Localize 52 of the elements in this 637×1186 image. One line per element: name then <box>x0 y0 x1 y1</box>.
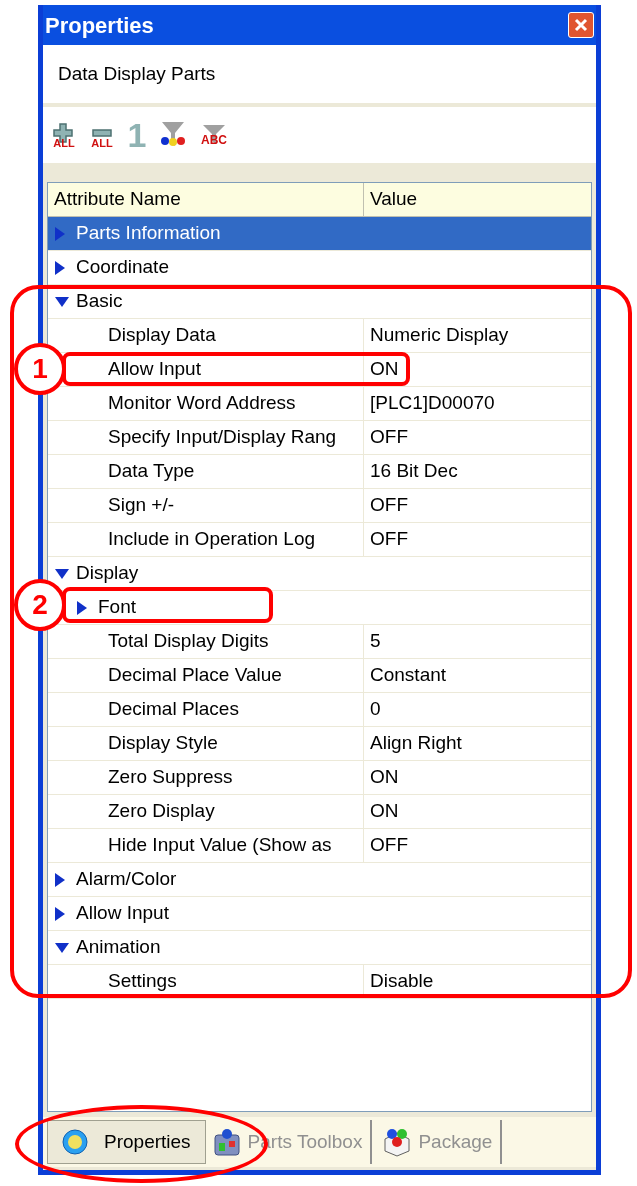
attribute-value[interactable]: OFF <box>370 525 408 554</box>
attribute-value[interactable]: 16 Bit Dec <box>370 457 458 486</box>
attribute-name: Monitor Word Address <box>108 391 296 416</box>
attribute-name: Specify Input/Display Rang <box>108 425 337 450</box>
collapsed-arrow-icon[interactable] <box>54 259 66 276</box>
box-icon <box>382 1127 413 1157</box>
attribute-value[interactable]: ON <box>370 355 399 384</box>
attribute-name: Decimal Place Value <box>108 663 282 688</box>
column-header[interactable]: Value <box>364 183 591 216</box>
attribute-name: Hide Input Value (Show as <box>108 833 332 858</box>
expanded-arrow-icon[interactable] <box>54 567 70 580</box>
close-icon <box>574 18 588 32</box>
attribute-value[interactable]: OFF <box>370 491 408 520</box>
attribute-name: Zero Display <box>108 799 215 824</box>
attribute-name: Data Type <box>108 459 195 484</box>
attribute-name: Display Style <box>108 731 218 756</box>
attribute-value[interactable]: [PLC1]D00070 <box>370 389 495 418</box>
expand-all-button[interactable]: ALL <box>49 117 79 153</box>
attribute-name: Decimal Places <box>108 697 239 722</box>
tab[interactable]: Properties <box>47 1120 206 1164</box>
column-header[interactable]: Attribute Name <box>48 183 364 216</box>
attribute-value[interactable]: Numeric Display <box>370 321 509 350</box>
attribute-name: Sign +/- <box>108 493 174 518</box>
attribute-value[interactable]: Align Right <box>370 729 462 758</box>
attribute-value[interactable]: OFF <box>370 423 408 452</box>
attribute-name: Settings <box>108 969 177 994</box>
window-title: Properties <box>45 11 154 40</box>
attribute-value[interactable]: 0 <box>370 695 381 724</box>
callout-number: 1 <box>14 343 66 395</box>
collapse-all-button[interactable]: ALL <box>87 117 117 153</box>
close-button[interactable] <box>568 12 594 38</box>
attribute-value[interactable]: Disable <box>370 967 434 996</box>
attribute-name: Zero Suppress <box>108 765 233 790</box>
filter-text-button[interactable]: ABC <box>197 117 231 153</box>
expanded-arrow-icon[interactable] <box>54 295 70 308</box>
expanded-arrow-icon[interactable] <box>54 941 70 954</box>
subtitle: Data Display Parts <box>58 61 216 86</box>
attribute-name: Total Display Digits <box>108 629 269 654</box>
attribute-value[interactable]: 5 <box>370 627 381 656</box>
collapsed-arrow-icon[interactable] <box>54 905 66 922</box>
callout-number: 2 <box>14 579 66 631</box>
attribute-value[interactable]: OFF <box>370 831 408 860</box>
funnel-icon <box>201 124 227 144</box>
collapsed-arrow-icon[interactable] <box>76 599 88 616</box>
attribute-name: Include in Operation Log <box>108 527 316 552</box>
attribute-value[interactable]: ON <box>370 797 399 826</box>
toolbox-icon <box>211 1127 242 1157</box>
collapsed-arrow-icon[interactable] <box>54 871 66 888</box>
attribute-name: Display Data <box>108 323 216 348</box>
attribute-value[interactable]: Constant <box>370 661 447 690</box>
attribute-value[interactable]: ON <box>370 763 399 792</box>
attribute-name: Allow Input <box>108 357 201 382</box>
